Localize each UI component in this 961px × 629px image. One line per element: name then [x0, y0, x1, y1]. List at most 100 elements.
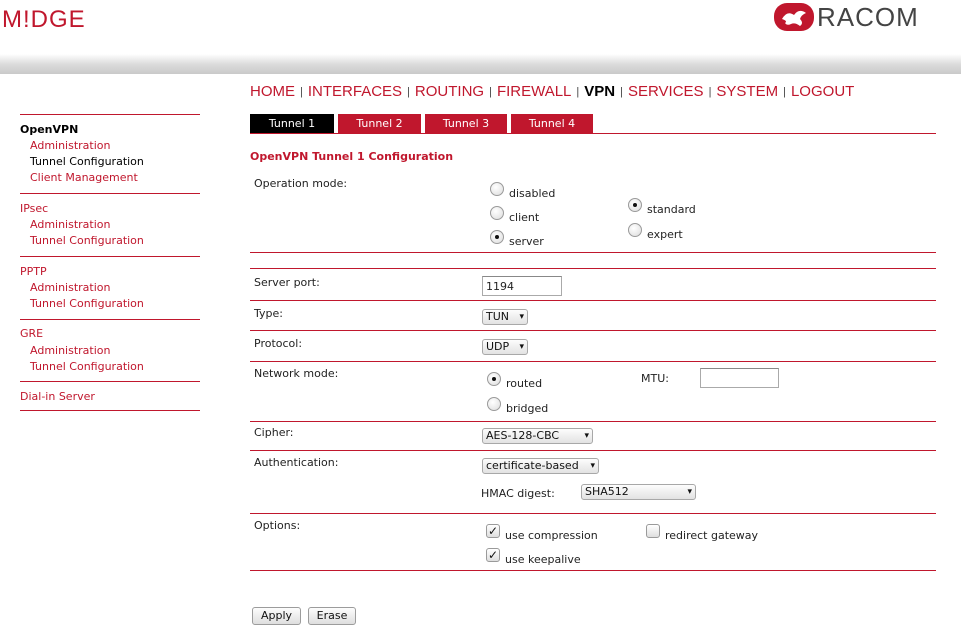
sidebar-divider — [20, 381, 200, 382]
radio-disabled-label: disabled — [509, 187, 556, 200]
sidebar-openvpn-administration[interactable]: Administration — [30, 139, 111, 152]
tab-tunnel-3[interactable]: Tunnel 3 — [425, 114, 507, 133]
cipher-label: Cipher: — [254, 426, 294, 439]
radio-standard-label: standard — [647, 203, 696, 216]
tab-tunnel-4[interactable]: Tunnel 4 — [511, 114, 593, 133]
header-bar — [0, 54, 961, 74]
sidebar-openvpn-tunnel-configuration[interactable]: Tunnel Configuration — [30, 155, 144, 168]
sidebar-divider — [20, 193, 200, 194]
nav-home[interactable]: HOME — [250, 83, 295, 100]
sidebar-gre-tunnel-configuration[interactable]: Tunnel Configuration — [30, 360, 144, 373]
row-divider — [250, 421, 936, 422]
redirect-gateway-checkbox[interactable] — [646, 524, 660, 538]
radio-server[interactable] — [490, 230, 504, 244]
radio-routed-label: routed — [506, 377, 543, 390]
redirect-gateway-label: redirect gateway — [665, 529, 759, 542]
type-select[interactable]: TUN ▾ — [482, 309, 528, 325]
nav-separator: | — [407, 86, 410, 98]
options-label: Options: — [254, 519, 301, 532]
type-select-value: TUN — [486, 310, 509, 323]
mtu-label: MTU: — [641, 372, 669, 385]
type-label: Type: — [254, 307, 283, 320]
racom-bird-icon — [774, 3, 814, 31]
radio-routed[interactable] — [487, 372, 501, 386]
radio-expert[interactable] — [628, 223, 642, 237]
row-divider — [250, 513, 936, 514]
radio-disabled[interactable] — [490, 182, 504, 196]
chevron-down-icon: ▾ — [519, 342, 524, 352]
nav-separator: | — [708, 86, 712, 98]
sidebar-pptp[interactable]: PPTP — [20, 265, 47, 278]
sidebar-dial-in-server[interactable]: Dial-in Server — [20, 390, 95, 403]
protocol-label: Protocol: — [254, 337, 303, 350]
racom-logo: RACOM — [773, 2, 959, 32]
row-divider — [250, 450, 936, 451]
nav-routing[interactable]: ROUTING — [415, 83, 484, 100]
sidebar-divider — [20, 410, 200, 411]
radio-server-label: server — [509, 235, 544, 248]
sidebar-gre-administration[interactable]: Administration — [30, 344, 111, 357]
chevron-down-icon: ▾ — [590, 461, 595, 471]
authentication-select[interactable]: certificate-based ▾ — [482, 458, 599, 474]
chevron-down-icon: ▾ — [584, 431, 589, 441]
hmac-digest-label: HMAC digest: — [481, 487, 555, 500]
tab-underline — [250, 133, 936, 134]
sidebar-pptp-administration[interactable]: Administration — [30, 281, 111, 294]
operation-mode-label: Operation mode: — [254, 177, 348, 190]
hmac-digest-select[interactable]: SHA512 ▾ — [581, 484, 696, 500]
tab-tunnel-2[interactable]: Tunnel 2 — [338, 114, 421, 133]
sidebar-pptp-tunnel-configuration[interactable]: Tunnel Configuration — [30, 297, 144, 310]
nav-interfaces[interactable]: INTERFACES — [308, 83, 402, 100]
apply-button[interactable]: Apply — [252, 607, 301, 625]
erase-button[interactable]: Erase — [308, 607, 356, 625]
sidebar-divider — [20, 114, 200, 115]
chevron-down-icon: ▾ — [519, 312, 524, 322]
row-divider — [250, 300, 936, 301]
radio-standard[interactable] — [628, 198, 642, 212]
radio-expert-label: expert — [647, 228, 683, 241]
top-navigation: HOME | INTERFACES | ROUTING | FIREWALL | VPN | SER… — [250, 83, 854, 100]
midge-logo: M!DGE — [2, 6, 86, 33]
row-divider — [250, 330, 936, 331]
nav-firewall[interactable]: FIREWALL — [497, 83, 571, 100]
radio-bridged-label: bridged — [506, 402, 549, 415]
racom-wordmark: RACOM — [817, 2, 919, 32]
mtu-input[interactable] — [700, 368, 779, 388]
use-compression-label: use compression — [505, 529, 598, 542]
tab-tunnel-1[interactable]: Tunnel 1 — [250, 114, 334, 133]
hmac-digest-select-value: SHA512 — [585, 485, 629, 498]
sidebar-ipsec-tunnel-configuration[interactable]: Tunnel Configuration — [30, 234, 144, 247]
sidebar-gre[interactable]: GRE — [20, 327, 43, 340]
server-port-label: Server port: — [254, 276, 320, 289]
radio-client[interactable] — [490, 206, 504, 220]
nav-separator: | — [576, 86, 580, 98]
row-divider — [250, 268, 936, 269]
nav-separator: | — [300, 86, 303, 98]
protocol-select[interactable]: UDP ▾ — [482, 339, 528, 355]
nav-vpn[interactable]: VPN — [584, 83, 615, 100]
protocol-select-value: UDP — [486, 340, 510, 353]
authentication-label: Authentication: — [254, 456, 339, 469]
cipher-select[interactable]: AES-128-CBC ▾ — [482, 428, 593, 444]
radio-client-label: client — [509, 211, 540, 224]
nav-logout[interactable]: LOGOUT — [791, 83, 854, 100]
server-port-input[interactable] — [482, 276, 562, 296]
chevron-down-icon: ▾ — [687, 487, 692, 497]
row-divider — [250, 570, 936, 571]
sidebar-openvpn-client-management[interactable]: Client Management — [30, 171, 138, 184]
row-divider — [250, 361, 936, 362]
nav-system[interactable]: SYSTEM — [716, 83, 778, 100]
sidebar-openvpn[interactable]: OpenVPN — [20, 123, 78, 136]
nav-services[interactable]: SERVICES — [628, 83, 704, 100]
network-mode-label: Network mode: — [254, 367, 339, 380]
radio-bridged[interactable] — [487, 397, 501, 411]
checkmark-icon: ✓ — [487, 524, 499, 538]
sidebar-ipsec-administration[interactable]: Administration — [30, 218, 111, 231]
nav-separator: | — [489, 86, 492, 98]
section-title: OpenVPN Tunnel 1 Configuration — [250, 150, 454, 163]
sidebar-ipsec[interactable]: IPsec — [20, 202, 48, 215]
use-keepalive-checkbox[interactable]: ✓ — [486, 548, 500, 562]
use-keepalive-label: use keepalive — [505, 553, 581, 566]
use-compression-checkbox[interactable]: ✓ — [486, 524, 500, 538]
nav-separator: | — [783, 86, 786, 98]
